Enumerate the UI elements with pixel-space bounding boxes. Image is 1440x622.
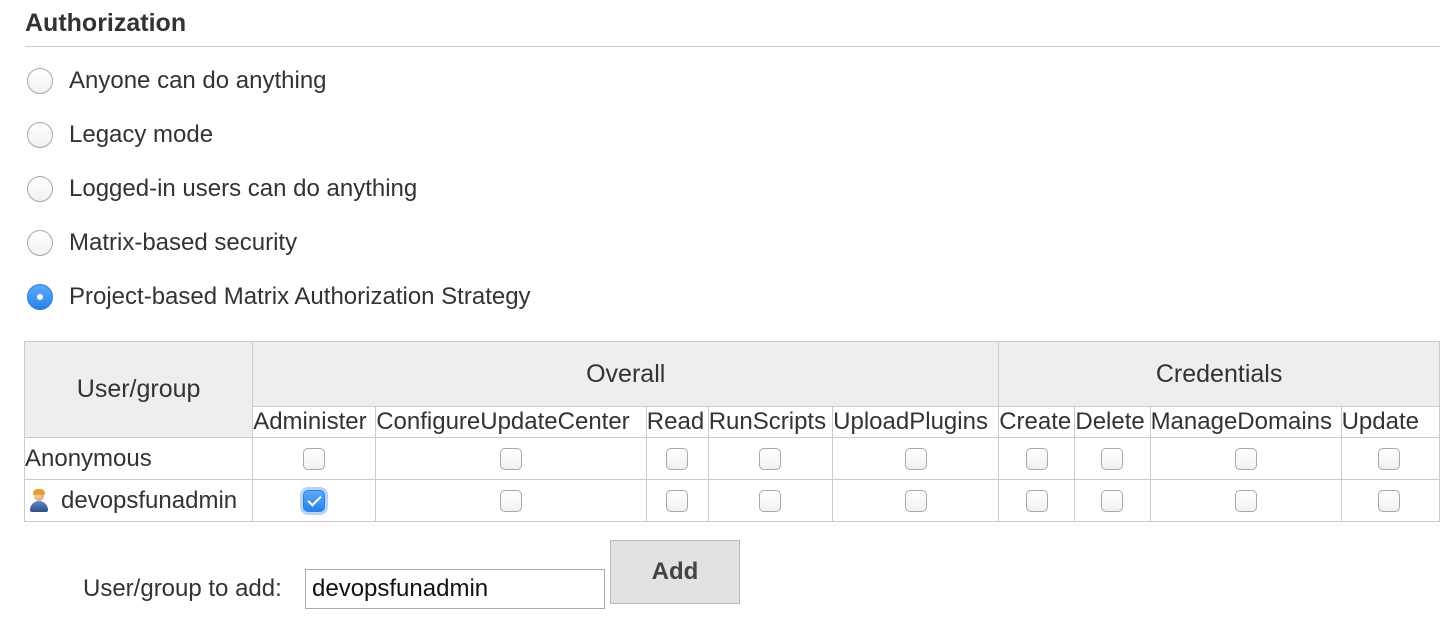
user-name: devopsfunadmin xyxy=(61,486,238,514)
permission-checkbox[interactable] xyxy=(1377,489,1400,512)
add-user-button[interactable]: Add xyxy=(610,540,740,604)
permission-header: Administer xyxy=(252,406,377,438)
permission-checkbox[interactable] xyxy=(904,489,927,512)
permission-header: ConfigureUpdateCenter xyxy=(375,406,647,438)
radio-button[interactable] xyxy=(27,68,53,94)
permission-checkbox[interactable] xyxy=(499,447,522,470)
permission-checkbox[interactable] xyxy=(759,447,782,470)
user-name: Anonymous xyxy=(25,444,152,472)
radio-button[interactable] xyxy=(27,176,53,202)
strategy-label: Legacy mode xyxy=(69,121,214,148)
permission-header: Update xyxy=(1340,406,1440,438)
permission-header: Create xyxy=(998,406,1076,438)
user-group-header: User/group xyxy=(23,341,254,438)
permission-header: RunScripts xyxy=(707,406,834,438)
permission-checkbox[interactable] xyxy=(759,489,782,512)
permission-header: ManageDomains xyxy=(1149,406,1342,438)
strategy-option-anyone[interactable]: Anyone can do anything xyxy=(27,65,327,97)
strategy-label: Matrix-based security xyxy=(69,229,298,256)
permission-checkbox[interactable] xyxy=(666,489,689,512)
permission-checkbox[interactable] xyxy=(303,447,326,470)
table-row: Anonymous xyxy=(23,437,1440,480)
permission-matrix: User/group Overall Credentials Administe… xyxy=(23,341,1440,522)
permission-checkbox[interactable] xyxy=(1025,447,1048,470)
table-row: devopsfunadmin xyxy=(23,479,1440,522)
section-title: Authorization xyxy=(25,9,187,37)
group-header-credentials: Credentials xyxy=(998,341,1440,407)
user-icon xyxy=(29,489,49,513)
permission-checkbox[interactable] xyxy=(1234,489,1257,512)
user-name-cell: devopsfunadmin xyxy=(23,479,254,522)
permission-checkbox[interactable] xyxy=(1101,489,1124,512)
radio-button-selected[interactable] xyxy=(27,284,53,310)
strategy-option-project-matrix[interactable]: Project-based Matrix Authorization Strat… xyxy=(27,281,531,313)
permission-checkbox[interactable] xyxy=(1377,447,1400,470)
strategy-label: Project-based Matrix Authorization Strat… xyxy=(69,283,531,310)
strategy-option-matrix[interactable]: Matrix-based security xyxy=(27,227,297,259)
add-user-label: User/group to add: xyxy=(83,575,282,602)
permission-checkbox[interactable] xyxy=(904,447,927,470)
permission-checkbox[interactable] xyxy=(1234,447,1257,470)
radio-button[interactable] xyxy=(27,230,53,256)
permission-checkbox[interactable] xyxy=(1025,489,1048,512)
strategy-option-legacy[interactable]: Legacy mode xyxy=(27,119,213,151)
permission-checkbox[interactable] xyxy=(1101,447,1124,470)
permission-checkbox-checked[interactable] xyxy=(303,489,326,512)
permission-checkbox[interactable] xyxy=(499,489,522,512)
permission-header: Delete xyxy=(1074,406,1151,438)
strategy-label: Logged-in users can do anything xyxy=(69,175,418,202)
permission-header: Read xyxy=(645,406,709,438)
permission-checkbox[interactable] xyxy=(666,447,689,470)
group-header-overall: Overall xyxy=(252,341,1000,407)
strategy-option-logged-in[interactable]: Logged-in users can do anything xyxy=(27,173,417,205)
permission-header: UploadPlugins xyxy=(832,406,1000,438)
strategy-label: Anyone can do anything xyxy=(69,67,327,94)
add-user-input[interactable] xyxy=(305,569,605,609)
user-name-cell: Anonymous xyxy=(23,437,254,480)
section-divider xyxy=(25,46,1440,47)
radio-button[interactable] xyxy=(27,122,53,148)
